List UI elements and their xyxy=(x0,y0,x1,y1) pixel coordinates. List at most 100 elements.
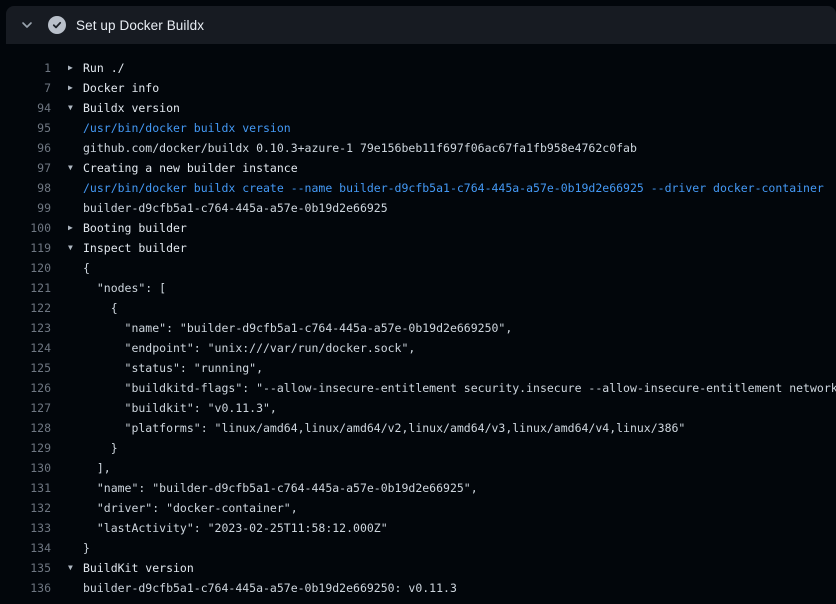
log-line: 123 "name": "builder-d9cfb5a1-c764-445a-… xyxy=(0,318,836,338)
log-text: "endpoint": "unix:///var/run/docker.sock… xyxy=(83,338,415,358)
line-number[interactable]: 99 xyxy=(0,198,51,218)
log-text: } xyxy=(83,538,90,558)
log-text: "name": "builder-d9cfb5a1-c764-445a-a57e… xyxy=(83,478,478,498)
log-line: 130 ], xyxy=(0,458,836,478)
log-line: 128 "platforms": "linux/amd64,linux/amd6… xyxy=(0,418,836,438)
log-text: { xyxy=(83,298,118,318)
line-number[interactable]: 127 xyxy=(0,398,51,418)
line-number[interactable]: 97 xyxy=(0,158,51,178)
log-line: 99 builder-d9cfb5a1-c764-445a-a57e-0b19d… xyxy=(0,198,836,218)
log-group-expanded[interactable]: 135 ▼ BuildKit version xyxy=(0,558,836,578)
log-text: Creating a new builder instance xyxy=(83,158,298,178)
log-line: 98 /usr/bin/docker buildx create --name … xyxy=(0,178,836,198)
line-number[interactable]: 132 xyxy=(0,498,51,518)
group-toggle-icon xyxy=(68,138,83,158)
log-line: 126 "buildkitd-flags": "--allow-insecure… xyxy=(0,378,836,398)
log-line: 122 { xyxy=(0,298,836,318)
line-number[interactable]: 126 xyxy=(0,378,51,398)
log-text: "buildkitd-flags": "--allow-insecure-ent… xyxy=(83,378,836,398)
line-number[interactable]: 131 xyxy=(0,478,51,498)
log-console: 1 ▶ Run ./ 7 ▶ Docker info 94 ▼ Buildx v… xyxy=(0,44,836,604)
group-toggle-icon xyxy=(68,418,83,438)
group-toggle-icon xyxy=(68,518,83,538)
log-text: Inspect builder xyxy=(83,238,187,258)
log-line: 131 "name": "builder-d9cfb5a1-c764-445a-… xyxy=(0,478,836,498)
line-number[interactable]: 129 xyxy=(0,438,51,458)
line-number[interactable]: 134 xyxy=(0,538,51,558)
line-number[interactable]: 133 xyxy=(0,518,51,538)
log-group-collapsed[interactable]: 100 ▶ Booting builder xyxy=(0,218,836,238)
group-toggle-icon xyxy=(68,478,83,498)
log-text: Booting builder xyxy=(83,218,187,238)
group-toggle-icon xyxy=(68,338,83,358)
line-number[interactable]: 1 xyxy=(0,58,51,78)
check-circle-icon xyxy=(48,16,66,34)
triangle-down-icon[interactable]: ▼ xyxy=(68,98,83,118)
line-number[interactable]: 128 xyxy=(0,418,51,438)
line-number[interactable]: 135 xyxy=(0,558,51,578)
group-toggle-icon xyxy=(68,118,83,138)
log-text: Run ./ xyxy=(83,58,125,78)
log-group-expanded[interactable]: 94 ▼ Buildx version xyxy=(0,98,836,118)
log-line: 121 "nodes": [ xyxy=(0,278,836,298)
log-line: 95 /usr/bin/docker buildx version xyxy=(0,118,836,138)
line-number[interactable]: 136 xyxy=(0,578,51,598)
log-text: } xyxy=(83,438,118,458)
group-toggle-icon xyxy=(68,578,83,598)
triangle-right-icon[interactable]: ▶ xyxy=(68,218,83,238)
group-toggle-icon xyxy=(68,378,83,398)
log-text: "status": "running", xyxy=(83,358,263,378)
log-text: /usr/bin/docker buildx version xyxy=(83,118,291,138)
line-number[interactable]: 94 xyxy=(0,98,51,118)
line-number[interactable]: 123 xyxy=(0,318,51,338)
line-number[interactable]: 96 xyxy=(0,138,51,158)
group-toggle-icon xyxy=(68,178,83,198)
step-title: Set up Docker Buildx xyxy=(76,18,204,33)
log-line: 136 builder-d9cfb5a1-c764-445a-a57e-0b19… xyxy=(0,578,836,598)
log-group-expanded[interactable]: 97 ▼ Creating a new builder instance xyxy=(0,158,836,178)
triangle-down-icon[interactable]: ▼ xyxy=(68,158,83,178)
log-text: "platforms": "linux/amd64,linux/amd64/v2… xyxy=(83,418,685,438)
line-number[interactable]: 100 xyxy=(0,218,51,238)
group-toggle-icon xyxy=(68,538,83,558)
log-line: 134 } xyxy=(0,538,836,558)
log-text: builder-d9cfb5a1-c764-445a-a57e-0b19d2e6… xyxy=(83,198,388,218)
group-toggle-icon xyxy=(68,198,83,218)
triangle-right-icon[interactable]: ▶ xyxy=(68,58,83,78)
group-toggle-icon xyxy=(68,298,83,318)
log-text: ], xyxy=(83,458,111,478)
line-number[interactable]: 130 xyxy=(0,458,51,478)
log-group-collapsed[interactable]: 7 ▶ Docker info xyxy=(0,78,836,98)
triangle-right-icon[interactable]: ▶ xyxy=(68,78,83,98)
line-number[interactable]: 121 xyxy=(0,278,51,298)
group-toggle-icon xyxy=(68,458,83,478)
log-text: "nodes": [ xyxy=(83,278,166,298)
log-group-collapsed[interactable]: 1 ▶ Run ./ xyxy=(0,58,836,78)
log-group-expanded[interactable]: 119 ▼ Inspect builder xyxy=(0,238,836,258)
line-number[interactable]: 125 xyxy=(0,358,51,378)
line-number[interactable]: 95 xyxy=(0,118,51,138)
group-toggle-icon xyxy=(68,278,83,298)
log-text: Buildx version xyxy=(83,98,180,118)
group-toggle-icon xyxy=(68,318,83,338)
log-text: Docker info xyxy=(83,78,159,98)
line-number[interactable]: 119 xyxy=(0,238,51,258)
chevron-down-icon[interactable] xyxy=(19,17,35,33)
log-line: 127 "buildkit": "v0.11.3", xyxy=(0,398,836,418)
line-number[interactable]: 98 xyxy=(0,178,51,198)
line-number[interactable]: 7 xyxy=(0,78,51,98)
line-number[interactable]: 122 xyxy=(0,298,51,318)
group-toggle-icon xyxy=(68,258,83,278)
triangle-down-icon[interactable]: ▼ xyxy=(68,558,83,578)
log-text: github.com/docker/buildx 0.10.3+azure-1 … xyxy=(83,138,637,158)
triangle-down-icon[interactable]: ▼ xyxy=(68,238,83,258)
line-number[interactable]: 120 xyxy=(0,258,51,278)
log-text: builder-d9cfb5a1-c764-445a-a57e-0b19d2e6… xyxy=(83,578,457,598)
log-line: 124 "endpoint": "unix:///var/run/docker.… xyxy=(0,338,836,358)
log-text: "name": "builder-d9cfb5a1-c764-445a-a57e… xyxy=(83,318,512,338)
log-line: 125 "status": "running", xyxy=(0,358,836,378)
log-text: "lastActivity": "2023-02-25T11:58:12.000… xyxy=(83,518,388,538)
line-number[interactable]: 124 xyxy=(0,338,51,358)
group-toggle-icon xyxy=(68,438,83,458)
step-header[interactable]: Set up Docker Buildx xyxy=(6,6,836,44)
